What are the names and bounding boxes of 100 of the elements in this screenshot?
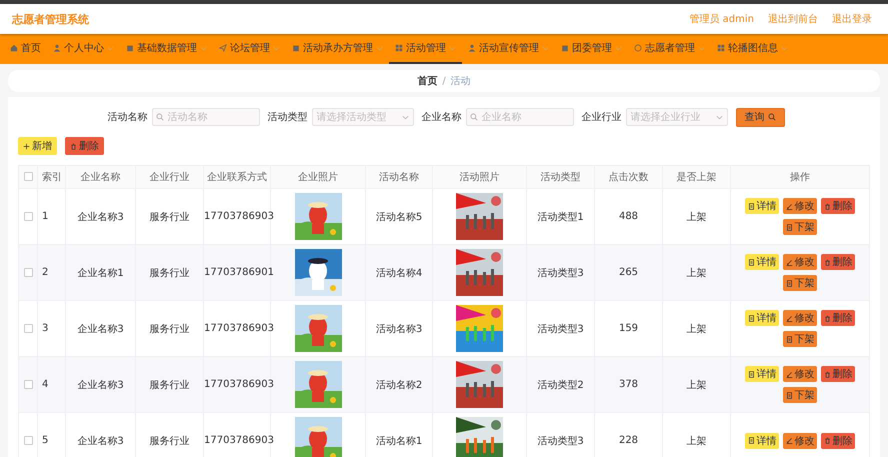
delete-button[interactable]: 删除 — [821, 310, 855, 326]
table-cell: 265 — [594, 244, 662, 300]
search-icon — [156, 113, 164, 121]
field-label: 活动名称 — [108, 111, 148, 124]
delete-button[interactable]: 删除 — [821, 432, 855, 448]
trash-icon — [824, 314, 830, 322]
nav-tab[interactable]: 活动承办方管理 — [286, 34, 389, 64]
nav-tab[interactable]: 论坛管理 — [213, 34, 286, 64]
nav-icon — [561, 44, 569, 52]
add-button[interactable]: 新增 — [18, 137, 57, 155]
detail-button[interactable]: 详情 — [745, 366, 779, 382]
column-header: 操作 — [730, 166, 870, 188]
delete-button[interactable]: 删除 — [821, 366, 855, 382]
nav-tab[interactable]: 团委管理 — [555, 34, 628, 64]
checkbox[interactable] — [24, 268, 32, 277]
checkbox[interactable] — [24, 436, 32, 445]
caret-icon — [402, 115, 408, 120]
table-cell: 上架 — [662, 356, 730, 412]
table-cell: 2 — [38, 244, 66, 300]
nav-tab[interactable]: 基础数据管理 — [120, 34, 213, 64]
table-cell: 企业名称3 — [66, 356, 136, 412]
document-icon — [748, 314, 754, 322]
header-link[interactable]: 退出到前台 — [768, 12, 818, 26]
header-link[interactable]: 管理员 admin — [689, 12, 754, 26]
table-cell: 378 — [594, 356, 662, 412]
field-label: 企业行业 — [582, 110, 622, 124]
document-icon — [786, 280, 792, 286]
delete-button[interactable]: 删除 — [65, 137, 104, 155]
nav-icon — [468, 44, 476, 52]
search-field[interactable]: 活动名称 — [152, 108, 260, 126]
table-cell: 企业名称1 — [66, 244, 136, 300]
trash-icon — [824, 370, 830, 378]
nav-tab[interactable]: 活动宣传管理 — [462, 34, 555, 64]
field-label: 企业名称 — [422, 110, 462, 124]
nav-tab[interactable]: 首页 — [4, 34, 47, 64]
trash-icon — [824, 202, 830, 210]
column-header: 活动照片 — [432, 166, 526, 188]
select-field[interactable]: 请选择活动类型 — [312, 108, 414, 126]
edit-button[interactable]: 修改 — [783, 198, 817, 214]
trash-icon — [70, 142, 77, 150]
table-cell: 活动名称2 — [366, 356, 432, 412]
nav-icon — [717, 44, 725, 52]
offshelf-button[interactable]: 下架 — [783, 275, 817, 291]
document-icon — [786, 392, 792, 398]
app-title: 志愿者管理系统 — [12, 12, 89, 26]
offshelf-button[interactable]: 下架 — [783, 331, 817, 347]
trash-icon — [824, 258, 830, 266]
search-icon — [470, 113, 478, 121]
detail-button[interactable]: 详情 — [745, 198, 779, 214]
checkbox[interactable] — [24, 324, 32, 333]
checkbox[interactable] — [24, 380, 32, 389]
checkbox[interactable] — [24, 212, 32, 221]
search-icon — [768, 113, 776, 121]
document-icon — [748, 202, 754, 210]
plus-icon — [23, 142, 30, 150]
pencil-icon — [786, 202, 792, 210]
table-cell: 服务行业 — [136, 356, 204, 412]
trash-icon — [824, 437, 830, 444]
offshelf-button[interactable]: 下架 — [783, 219, 817, 235]
select-field[interactable]: 请选择企业行业 — [626, 108, 728, 126]
nav-icon — [219, 44, 227, 52]
nav-icon — [53, 44, 61, 52]
edit-button[interactable]: 修改 — [783, 432, 817, 448]
checkbox[interactable] — [24, 172, 32, 182]
column-header: 企业照片 — [270, 166, 366, 188]
column-header: 活动名称 — [366, 166, 432, 188]
column-header: 企业行业 — [136, 166, 204, 188]
edit-button[interactable]: 修改 — [783, 310, 817, 326]
table-cell: 活动类型2 — [526, 356, 594, 412]
column-header: 点击次数 — [594, 166, 662, 188]
table-cell: 服务行业 — [136, 244, 204, 300]
document-icon — [786, 336, 792, 342]
nav-tab[interactable]: 个人中心 — [47, 34, 120, 64]
nav-icon — [634, 44, 642, 52]
search-button[interactable]: 查询 — [736, 108, 784, 126]
delete-button[interactable]: 删除 — [821, 254, 855, 270]
nav-icon — [126, 44, 134, 52]
offshelf-button[interactable]: 下架 — [783, 387, 817, 403]
field-label: 活动类型 — [268, 110, 308, 124]
document-icon — [748, 258, 754, 266]
table-cell: 活动类型3 — [526, 244, 594, 300]
detail-button[interactable]: 详情 — [745, 254, 779, 270]
nav-tab[interactable]: 轮播图信息 — [711, 34, 794, 64]
delete-button[interactable]: 删除 — [821, 198, 855, 214]
column-header: 企业联系方式 — [204, 166, 270, 188]
document-icon — [786, 224, 792, 230]
edit-button[interactable]: 修改 — [783, 254, 817, 270]
header-link[interactable]: 退出登录 — [832, 12, 872, 26]
table-cell: 活动名称4 — [366, 244, 432, 300]
search-field[interactable]: 企业名称 — [466, 108, 574, 126]
edit-button[interactable]: 修改 — [783, 366, 817, 382]
detail-button[interactable]: 详情 — [745, 432, 779, 448]
nav-tab[interactable]: 志愿者管理 — [628, 34, 711, 64]
detail-button[interactable]: 详情 — [745, 310, 779, 326]
breadcrumb-separator: / — [442, 76, 446, 86]
breadcrumb-link[interactable]: 活动 — [450, 74, 471, 88]
nav-tab[interactable]: 活动管理 — [389, 34, 462, 64]
column-header: 企业名称 — [66, 166, 136, 188]
table-cell: 17703786901 — [204, 244, 270, 300]
breadcrumb-link[interactable]: 首页 — [417, 74, 438, 88]
